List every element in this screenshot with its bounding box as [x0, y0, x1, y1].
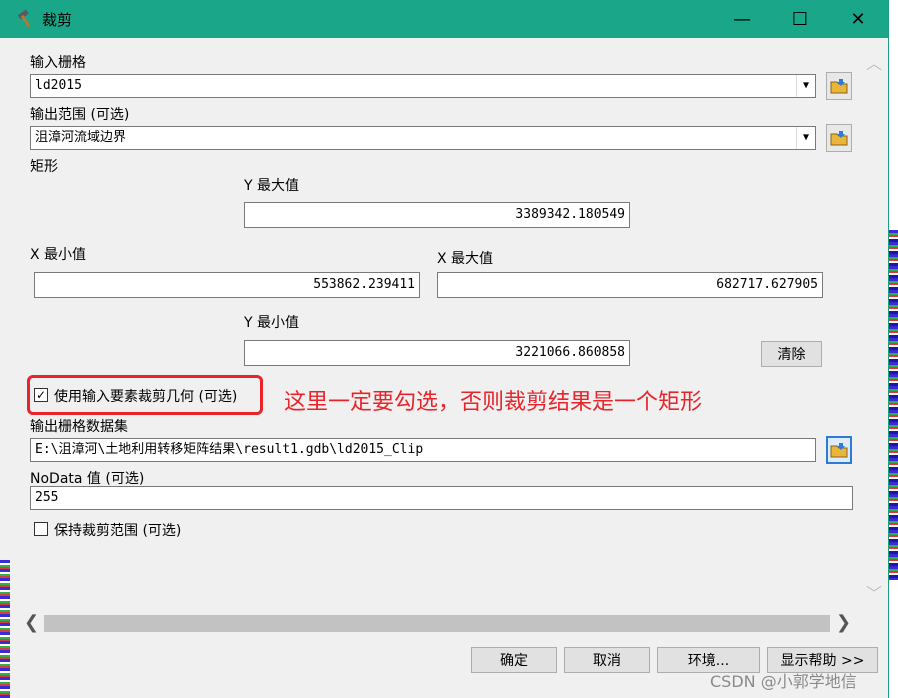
nodata-label: NoData 值 (可选) [30, 471, 145, 487]
minimize-button[interactable]: — [714, 0, 770, 38]
y-max-input[interactable]: 3389342.180549 [244, 202, 630, 228]
rectangle-label: 矩形 [30, 159, 58, 175]
clear-button[interactable]: 清除 [761, 341, 822, 367]
output-raster-label: 输出栅格数据集 [30, 419, 128, 435]
input-raster-combo[interactable]: ld2015 ▼ [30, 74, 816, 98]
desktop-background-left [0, 560, 10, 698]
folder-open-icon [830, 443, 848, 458]
output-extent-combo[interactable]: 沮漳河流域边界 ▼ [30, 126, 816, 150]
browse-output-raster-button[interactable] [826, 436, 852, 464]
x-max-input[interactable]: 682717.627905 [437, 272, 823, 298]
maintain-extent-checkbox[interactable] [34, 522, 48, 536]
y-min-label: Y 最小值 [244, 315, 300, 331]
chevron-up-icon[interactable]: ︿ [866, 50, 882, 74]
maximize-button[interactable]: ☐ [772, 0, 828, 38]
maintain-extent-label: 保持裁剪范围 (可选) [54, 523, 182, 539]
y-max-label: Y 最大值 [244, 178, 300, 194]
browse-input-raster-button[interactable] [826, 72, 852, 100]
annotation-text: 这里一定要勾选，否则裁剪结果是一个矩形 [284, 390, 703, 415]
use-geometry-label: 使用输入要素裁剪几何 (可选) [54, 389, 238, 405]
output-extent-label: 输出范围 (可选) [30, 107, 130, 123]
output-extent-value: 沮漳河流域边界 [35, 130, 127, 145]
hammer-icon [17, 9, 31, 28]
chevron-down-icon[interactable]: ▼ [796, 127, 815, 149]
ok-button[interactable]: 确定 [471, 647, 557, 673]
clip-dialog: 裁剪 — ☐ ✕ 输入栅格 ld2015 ▼ 输出范围 (可选) 沮漳河流域边界… [0, 0, 888, 698]
cancel-button[interactable]: 取消 [564, 647, 650, 673]
maximize-icon: ☐ [791, 8, 809, 30]
input-raster-value: ld2015 [35, 78, 82, 93]
folder-open-icon [830, 131, 848, 146]
checkmark-icon: ✓ [35, 388, 47, 402]
input-raster-label: 输入栅格 [30, 55, 86, 71]
y-min-input[interactable]: 3221066.860858 [244, 340, 630, 366]
scrollbar-thumb[interactable] [44, 615, 830, 632]
x-min-input[interactable]: 553862.239411 [34, 272, 420, 298]
vertical-scrollbar[interactable]: ︿ ﹀ [862, 40, 888, 610]
browse-output-extent-button[interactable] [826, 124, 852, 152]
x-min-label: X 最小值 [30, 247, 87, 263]
use-geometry-checkbox[interactable]: ✓ [34, 388, 48, 402]
folder-open-icon [830, 79, 848, 94]
chevron-left-icon[interactable]: ❮ [24, 612, 39, 633]
output-raster-input[interactable]: E:\沮漳河\土地利用转移矩阵结果\result1.gdb\ld2015_Cli… [30, 438, 816, 462]
title-bar[interactable]: 裁剪 — ☐ ✕ [0, 0, 888, 38]
window-title: 裁剪 [42, 11, 73, 29]
chevron-down-icon[interactable]: ▼ [796, 75, 815, 97]
chevron-down-icon[interactable]: ﹀ [866, 580, 882, 604]
minimize-icon: — [733, 8, 751, 30]
close-icon: ✕ [850, 8, 866, 30]
desktop-background [888, 230, 898, 580]
nodata-input[interactable]: 255 [30, 486, 853, 510]
x-max-label: X 最大值 [437, 251, 494, 267]
close-button[interactable]: ✕ [830, 0, 886, 38]
chevron-right-icon[interactable]: ❯ [836, 612, 851, 633]
watermark-text: CSDN @小郭学地信 [710, 672, 857, 691]
